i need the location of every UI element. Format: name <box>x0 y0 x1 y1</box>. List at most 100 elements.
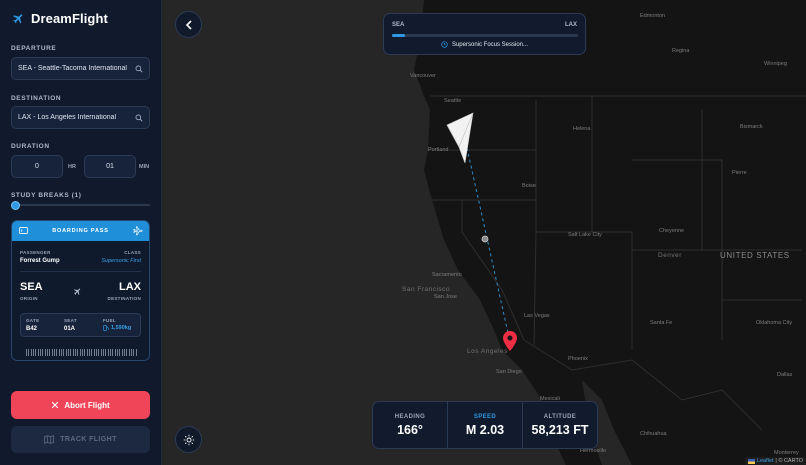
carto-attribution: | © CARTO <box>775 458 803 464</box>
progress-status: Supersonic Focus Session... <box>384 41 585 48</box>
map[interactable]: Edmonton Regina Winnipeg Vancouver Seatt… <box>162 0 806 465</box>
speed-readout: SPEED M 2.03 <box>447 402 522 448</box>
country-label: UNITED STATES <box>720 251 790 260</box>
telemetry-panel: HEADING 166° SPEED M 2.03 ALTITUDE 58,21… <box>372 401 598 449</box>
city-label: Seattle <box>444 98 462 104</box>
seat-value: 01A <box>64 326 76 332</box>
airplane-icon <box>446 112 474 163</box>
app-title: DreamFlight <box>31 11 108 26</box>
seat-label: SEAT <box>64 318 77 323</box>
gate-value: B42 <box>26 326 38 332</box>
city-label: Edmonton <box>640 13 666 19</box>
track-flight-label: TRACK FLIGHT <box>60 436 117 443</box>
heading-readout: HEADING 166° <box>373 402 447 448</box>
city-label: Oklahoma City <box>756 320 793 326</box>
study-breaks-slider-handle[interactable] <box>11 201 20 210</box>
clock-icon <box>441 41 448 48</box>
class-value: Supersonic First <box>101 258 141 264</box>
map-basemap <box>162 0 806 465</box>
city-label: Vancouver <box>410 73 436 79</box>
city-label: Sacramento <box>432 272 462 278</box>
passenger-label: PASSENGER <box>20 250 51 255</box>
hours-unit: HR <box>68 164 76 170</box>
altitude-value: 58,213 FT <box>531 422 589 437</box>
flight-details-box: GATE B42 SEAT 01A FUEL 1,590kg <box>20 313 141 337</box>
search-icon <box>135 114 143 121</box>
city-label: Monterrey <box>774 450 799 456</box>
destination-label: DESTINATION <box>11 95 62 102</box>
city-label: Helena <box>573 126 591 132</box>
passenger-name: Forrest Gump <box>20 258 60 264</box>
city-label: Las Vegas <box>524 313 550 319</box>
city-label: Portland <box>428 147 449 153</box>
destination-field[interactable]: LAX - Los Angeles International <box>11 106 150 129</box>
ticket-icon <box>19 227 28 234</box>
city-label: Chihuahua <box>640 431 667 437</box>
heading-value: 166° <box>397 422 423 437</box>
fuel-label: FUEL <box>103 318 116 323</box>
duration-minutes-input[interactable]: 01 <box>84 155 136 178</box>
city-label: San Diego <box>496 369 522 375</box>
search-icon <box>135 65 143 72</box>
city-label: Santa Fe <box>650 320 673 326</box>
altitude-readout: ALTITUDE 58,213 FT <box>522 402 597 448</box>
abort-flight-label: Abort Flight <box>64 400 110 410</box>
city-label: Winnipeg <box>764 61 787 67</box>
study-breaks-slider[interactable] <box>14 204 150 206</box>
gate-label: GATE <box>26 318 40 323</box>
chevron-left-icon <box>185 19 192 30</box>
flight-path-icon <box>73 288 81 295</box>
city-label: San Jose <box>434 294 457 300</box>
app-root: Edmonton Regina Winnipeg Vancouver Seatt… <box>0 0 806 465</box>
boarding-pass-header: BOARDING PASS <box>12 221 149 241</box>
city-label-major: Denver <box>658 252 682 259</box>
map-icon <box>44 435 55 444</box>
back-button[interactable] <box>175 11 202 38</box>
city-label: Boise <box>522 183 536 189</box>
flight-progress-card: SEA LAX Supersonic Focus Session... <box>383 13 586 55</box>
speed-label: SPEED <box>473 413 497 420</box>
city-label-major: Los Angeles <box>467 348 508 355</box>
airplane-logo-icon <box>13 14 23 24</box>
city-label: Bismarck <box>740 124 763 130</box>
plane-icon <box>133 226 143 236</box>
map-attribution: Leaflet | © CARTO <box>744 457 806 465</box>
destination-value: LAX - Los Angeles International <box>18 114 117 121</box>
flag-icon <box>747 458 755 464</box>
flight-progress-bar <box>392 34 578 37</box>
city-label-major: San Francisco <box>402 286 451 293</box>
divider <box>20 271 141 272</box>
city-label: Dallas <box>777 372 793 378</box>
duration-label: DURATION <box>11 143 50 150</box>
class-label: CLASS <box>124 250 141 255</box>
progress-destination: LAX <box>565 22 577 28</box>
barcode <box>26 349 137 356</box>
boarding-pass: BOARDING PASS PASSENGER Forrest Gump CLA… <box>11 220 150 361</box>
origin-label: ORIGIN <box>20 296 38 301</box>
fuel-readout: 1,590kg <box>103 325 131 331</box>
heading-label: HEADING <box>394 413 426 420</box>
fuel-value: 1,590kg <box>111 325 132 331</box>
abort-flight-button[interactable]: Abort Flight <box>11 391 150 419</box>
duration-hours-input[interactable]: 0 <box>11 155 63 178</box>
city-label: Salt Lake City <box>568 232 602 238</box>
city-label: Phoenix <box>568 356 588 362</box>
city-label: Pierre <box>732 170 747 176</box>
boarding-pass-title: BOARDING PASS <box>52 228 109 234</box>
fuel-icon <box>103 325 109 331</box>
progress-origin: SEA <box>392 22 405 28</box>
city-label: Regina <box>672 48 690 54</box>
study-breaks-label: STUDY BREAKS (1) <box>11 192 82 199</box>
minutes-unit: MIN <box>139 164 150 170</box>
leaflet-link[interactable]: Leaflet <box>757 458 774 464</box>
brand: DreamFlight <box>12 11 108 26</box>
theme-toggle-button[interactable] <box>175 426 202 453</box>
origin-code: SEA <box>20 281 43 293</box>
flight-progress-fill <box>392 34 406 37</box>
departure-value: SEA - Seattle-Tacoma International <box>18 65 127 72</box>
departure-label: DEPARTURE <box>11 45 57 52</box>
sidebar: DreamFlight DEPARTURE SEA - Seattle-Taco… <box>0 0 162 465</box>
altitude-label: ALTITUDE <box>543 413 577 420</box>
departure-field[interactable]: SEA - Seattle-Tacoma International <box>11 57 150 80</box>
track-flight-button[interactable]: TRACK FLIGHT <box>11 426 150 453</box>
